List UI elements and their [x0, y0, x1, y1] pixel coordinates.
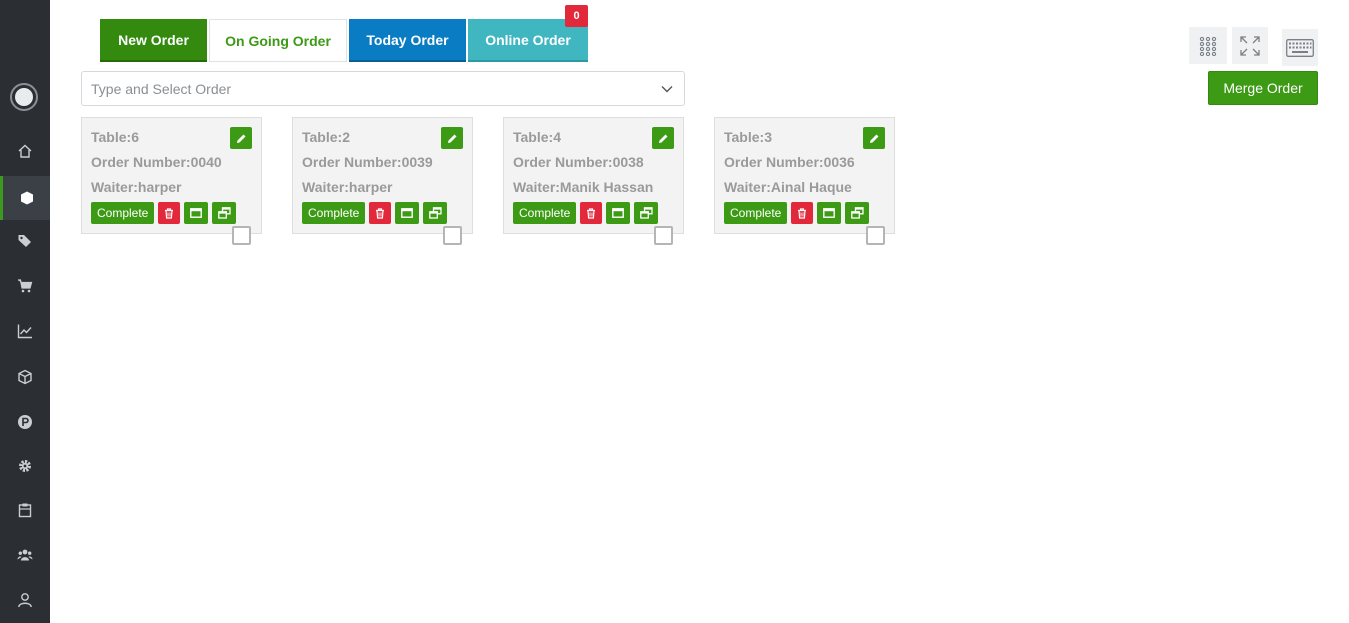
order-select-input[interactable]: Type and Select Order: [81, 71, 685, 106]
complete-order-button[interactable]: Complete: [91, 202, 155, 224]
delete-order-button[interactable]: [791, 202, 814, 224]
order-table: Table:2: [302, 129, 350, 145]
grid-dots-icon: [1199, 36, 1217, 56]
split-order-button[interactable]: [212, 202, 237, 224]
order-number: Order Number:0036: [724, 154, 855, 170]
keyboard-button[interactable]: [1282, 29, 1318, 66]
view-order-button[interactable]: [606, 202, 631, 224]
order-table: Table:6: [91, 129, 139, 145]
sidebar-item-home[interactable]: [0, 129, 50, 173]
order-select-checkbox[interactable]: [866, 226, 885, 245]
cart-icon: [18, 279, 33, 293]
sidebar-item-cube[interactable]: [0, 176, 50, 220]
order-select-checkbox[interactable]: [232, 226, 251, 245]
tab-today-order[interactable]: Today Order: [349, 19, 466, 62]
pencil-icon: [447, 134, 456, 143]
view-order-button[interactable]: [184, 202, 209, 224]
trash-icon: [798, 207, 807, 219]
split-order-button[interactable]: [634, 202, 659, 224]
delete-order-button[interactable]: [580, 202, 603, 224]
order-number: Order Number:0038: [513, 154, 644, 170]
order-table: Table:3: [724, 129, 772, 145]
split-order-button[interactable]: [845, 202, 870, 224]
order-waiter: Waiter:harper: [302, 179, 393, 195]
grid-view-button[interactable]: [1189, 27, 1227, 64]
order-card: Table:4 Order Number:0038 Waiter:Manik H…: [503, 117, 684, 245]
window-icon: [401, 208, 414, 218]
windows-restore-icon: [218, 207, 231, 219]
merge-order-button[interactable]: Merge Order: [1208, 71, 1318, 105]
complete-order-button[interactable]: Complete: [302, 202, 366, 224]
tab-on-going-order[interactable]: On Going Order: [209, 19, 347, 62]
box-icon: [18, 369, 32, 385]
order-card: Table:2 Order Number:0039 Waiter:harper …: [292, 117, 473, 245]
order-waiter: Waiter:Ainal Haque: [724, 179, 852, 195]
pencil-icon: [869, 134, 878, 143]
trash-icon: [376, 207, 385, 219]
tab-new-order[interactable]: New Order: [100, 19, 207, 62]
chevron-down-icon: [661, 86, 673, 93]
keyboard-icon: [1286, 38, 1314, 57]
windows-restore-icon: [640, 207, 653, 219]
edit-order-button[interactable]: [441, 127, 463, 149]
delete-order-button[interactable]: [158, 202, 181, 224]
clipboard-icon: [18, 503, 32, 518]
sidebar-item-reports[interactable]: [0, 309, 50, 353]
cube-icon: [20, 191, 33, 205]
order-select-placeholder: Type and Select Order: [91, 80, 232, 97]
windows-restore-icon: [429, 207, 442, 219]
fullscreen-button[interactable]: [1232, 27, 1268, 64]
sidebar: [0, 0, 50, 623]
home-icon: [18, 144, 32, 158]
sidebar-item-products[interactable]: [0, 355, 50, 399]
window-icon: [612, 208, 625, 218]
windows-restore-icon: [851, 207, 864, 219]
trash-icon: [165, 207, 174, 219]
sidebar-item-profile[interactable]: [0, 578, 50, 622]
trash-icon: [587, 207, 596, 219]
users-icon: [17, 549, 33, 561]
complete-order-button[interactable]: Complete: [724, 202, 788, 224]
window-icon: [190, 208, 203, 218]
view-order-button[interactable]: [395, 202, 420, 224]
view-order-button[interactable]: [817, 202, 842, 224]
online-order-count-badge: 0: [565, 5, 588, 27]
order-card: Table:3 Order Number:0036 Waiter:Ainal H…: [714, 117, 895, 245]
sidebar-item-orders[interactable]: [0, 488, 50, 532]
order-select-checkbox[interactable]: [654, 226, 673, 245]
gear-icon: [19, 460, 31, 472]
sidebar-item-cart[interactable]: [0, 264, 50, 308]
order-waiter: Waiter:Manik Hassan: [513, 179, 654, 195]
window-icon: [823, 208, 836, 218]
pencil-icon: [658, 134, 667, 143]
logo: [10, 83, 38, 111]
order-number: Order Number:0040: [91, 154, 222, 170]
complete-order-button[interactable]: Complete: [513, 202, 577, 224]
pencil-icon: [236, 134, 245, 143]
sidebar-item-tags[interactable]: [0, 219, 50, 263]
edit-order-button[interactable]: [230, 127, 252, 149]
sidebar-item-parking[interactable]: [0, 400, 50, 444]
parking-icon: [18, 415, 32, 429]
sidebar-item-settings[interactable]: [0, 444, 50, 488]
edit-order-button[interactable]: [863, 127, 885, 149]
expand-icon: [1240, 35, 1260, 56]
split-order-button[interactable]: [423, 202, 448, 224]
tags-icon: [18, 235, 31, 247]
order-select-checkbox[interactable]: [443, 226, 462, 245]
user-icon: [18, 593, 32, 608]
order-card: Table:6 Order Number:0040 Waiter:harper …: [81, 117, 262, 245]
order-number: Order Number:0039: [302, 154, 433, 170]
order-waiter: Waiter:harper: [91, 179, 182, 195]
order-table: Table:4: [513, 129, 561, 145]
chart-line-icon: [17, 324, 32, 339]
edit-order-button[interactable]: [652, 127, 674, 149]
sidebar-item-customers[interactable]: [0, 533, 50, 577]
delete-order-button[interactable]: [369, 202, 392, 224]
